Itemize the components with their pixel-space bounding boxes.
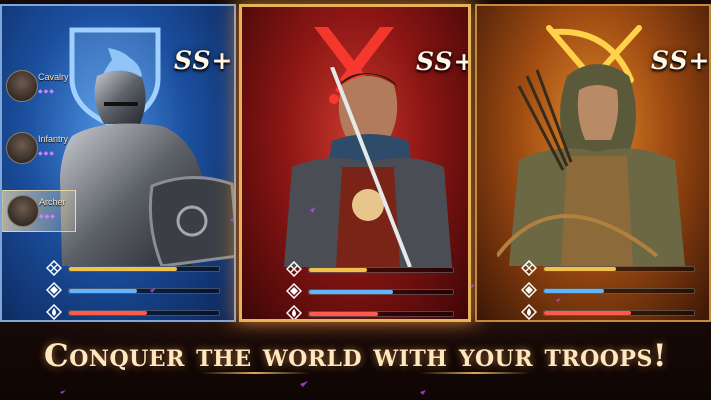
troop-rank-pips: ◆◆◆ <box>39 214 56 220</box>
troop-label: Cavalry <box>38 72 69 82</box>
defense-bar-fill <box>309 290 393 294</box>
hp-stat-row <box>286 305 454 319</box>
defense-stat-icon <box>286 283 302 299</box>
archer-hero-portrait <box>497 64 685 266</box>
troop-item-archer[interactable]: Archer ◆◆◆ <box>2 190 76 232</box>
hp-stat-icon <box>521 304 537 320</box>
troop-rank-pips: ◆◆◆ <box>38 89 55 95</box>
hp-stat-icon <box>286 305 302 319</box>
promo-screen: SS+ SS+ SS+ Cavalry ◆◆◆ Infantry ◆◆◆ Arc… <box>0 0 711 400</box>
attack-stat-row <box>521 260 695 276</box>
attack-bar <box>543 266 695 272</box>
hp-bar-fill <box>69 311 147 315</box>
troop-item-cavalry[interactable]: Cavalry ◆◆◆ <box>2 66 74 106</box>
archer-avatar <box>7 195 39 227</box>
attack-stat-icon <box>521 260 537 276</box>
hp-bar-fill <box>309 312 379 316</box>
defense-bar <box>308 289 454 295</box>
defense-stat-icon <box>46 282 62 298</box>
attack-bar-fill <box>69 267 177 271</box>
hp-stat-icon <box>46 304 62 320</box>
hp-stat-row <box>46 304 220 320</box>
troop-rank-pips: ◆◆◆ <box>38 151 55 157</box>
defense-stat-icon <box>521 282 537 298</box>
attack-bar <box>68 266 220 272</box>
infantry-avatar <box>6 132 38 164</box>
hp-bar-fill <box>544 311 631 315</box>
archer-stats <box>521 260 695 320</box>
hp-bar <box>543 310 695 316</box>
attack-bar-fill <box>544 267 616 271</box>
troop-item-infantry[interactable]: Infantry ◆◆◆ <box>2 128 74 168</box>
troop-label: Archer <box>39 197 66 207</box>
attack-stat-row <box>286 261 454 277</box>
tagline-underline <box>200 372 310 374</box>
attack-bar <box>308 267 454 273</box>
troop-label: Infantry <box>38 134 69 144</box>
attack-stat-row <box>46 260 220 276</box>
defense-bar <box>543 288 695 294</box>
archer-card[interactable]: SS+ <box>475 4 711 322</box>
tagline-text: Conquer the world with your troops! <box>44 338 667 374</box>
hp-bar <box>68 310 220 316</box>
infantry-hero-portrait <box>284 67 452 267</box>
attack-stat-icon <box>46 260 62 276</box>
infantry-card[interactable]: SS+ <box>239 4 471 322</box>
defense-bar-fill <box>69 289 137 293</box>
cavalry-stats <box>46 260 220 320</box>
defense-stat-row <box>286 283 454 299</box>
hp-stat-row <box>521 304 695 320</box>
hp-bar <box>308 311 454 317</box>
attack-stat-icon <box>286 261 302 277</box>
infantry-stats <box>286 261 454 319</box>
attack-bar-fill <box>309 268 367 272</box>
cavalry-avatar <box>6 70 38 102</box>
defense-stat-row <box>46 282 220 298</box>
tagline-underline <box>420 372 530 374</box>
defense-bar <box>68 288 220 294</box>
defense-bar-fill <box>544 289 604 293</box>
defense-stat-row <box>521 282 695 298</box>
